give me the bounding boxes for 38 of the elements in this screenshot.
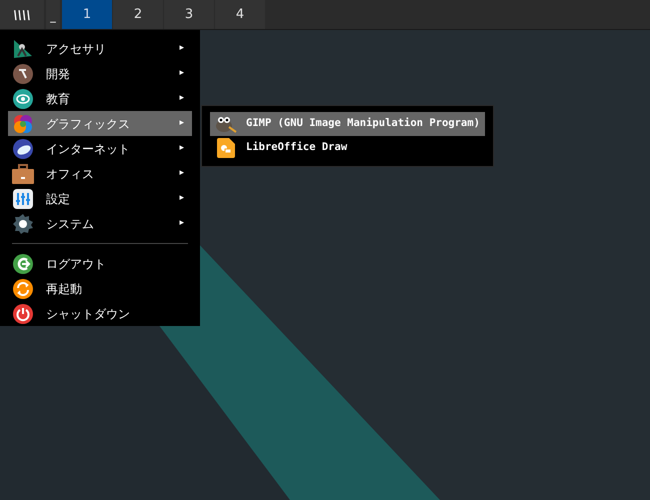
petals-icon [12,114,34,134]
submenu-item[interactable]: GIMP (GNU Image Manipulation Program) [210,112,485,136]
arrow-icon: ▸ [179,116,184,130]
arrow-icon: ▸ [179,42,184,56]
arrow-icon: ▸ [179,142,184,156]
menu-item[interactable]: インターネット ▸ [8,136,192,161]
briefcase-icon [12,164,34,184]
submenu-item[interactable]: LibreOffice Draw [210,136,485,160]
menu-item[interactable]: アクセサリ ▸ [8,36,192,61]
workspace-button[interactable]: 3 [164,0,214,29]
sliders-icon [12,188,34,208]
mascot-icon [214,114,238,134]
power-icon [12,304,34,324]
arrow-icon: ▸ [179,92,184,106]
logout-icon [12,254,34,274]
arrow-icon: ▸ [179,166,184,180]
menu-item[interactable]: シャットダウン [8,301,192,326]
workspace-button[interactable]: 2 [113,0,163,29]
arrow-icon: ▸ [179,192,184,206]
arrow-icon: ▸ [179,216,184,230]
menu-item[interactable]: 設定 ▸ [8,186,192,211]
tools-icon [12,38,34,58]
menu-item[interactable]: ログアウト [8,251,192,276]
restart-icon [12,278,34,298]
minimize-button[interactable]: _ [46,0,60,29]
menu-item[interactable]: 開発 ▸ [8,61,192,86]
arrow-icon: ▸ [179,66,184,80]
workspace-button[interactable]: 4 [215,0,265,29]
workspace-button[interactable]: 1 [62,0,112,29]
menu-button[interactable]: \\\\ [0,0,44,29]
gear-icon [12,214,34,234]
menu-item[interactable]: オフィス ▸ [8,161,192,186]
menu-item[interactable]: グラフィックス ▸ [8,111,192,136]
globe-icon [12,138,34,158]
menu-item[interactable]: 再起動 [8,276,192,301]
draw-document-icon [214,138,238,158]
menu-item[interactable]: システム ▸ [8,211,192,236]
menu-item[interactable]: 教育 ▸ [8,86,192,111]
